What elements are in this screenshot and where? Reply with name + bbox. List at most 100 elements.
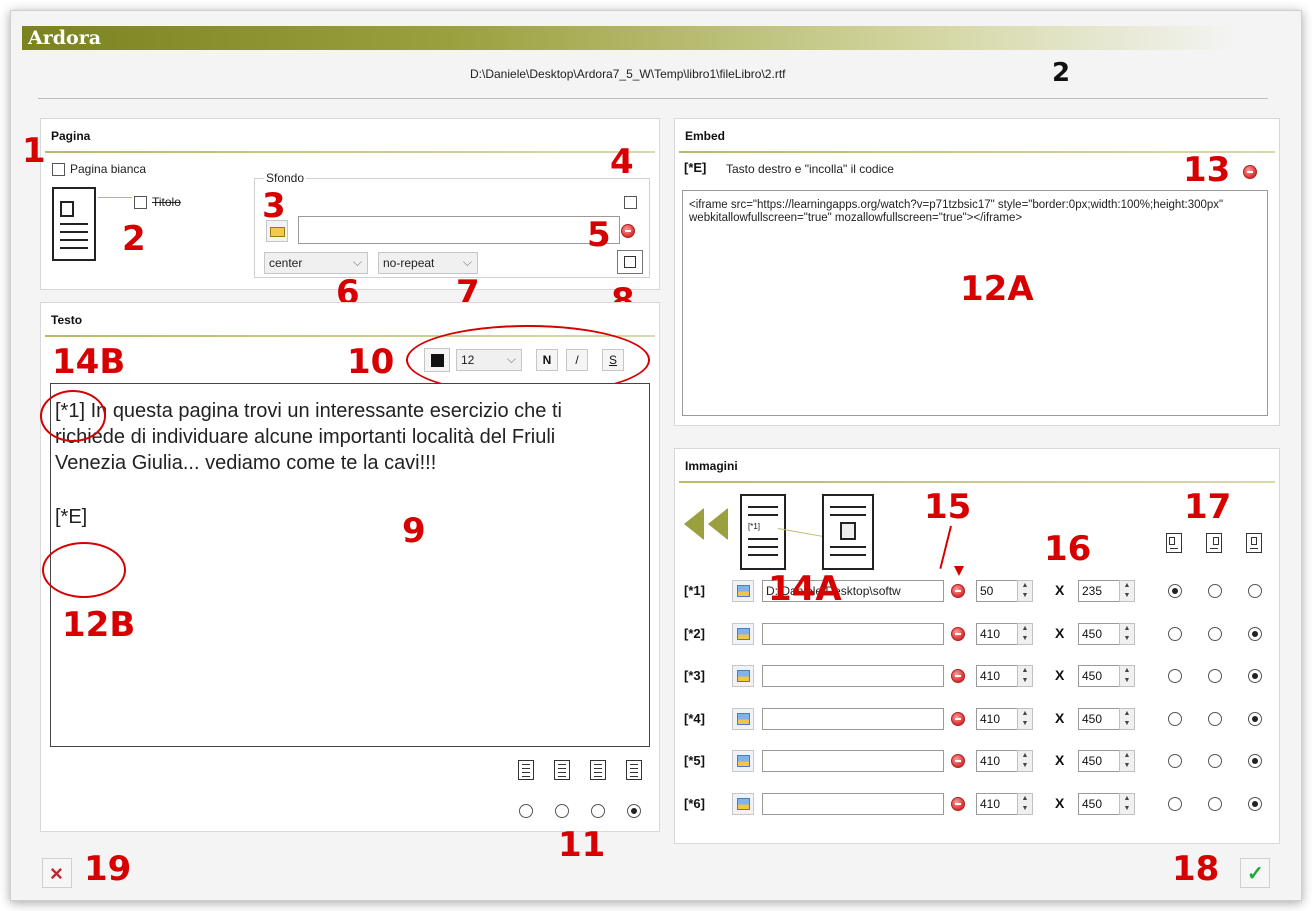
spinner-arrows-icon[interactable]: ▲ ▼	[1017, 623, 1033, 645]
image-align-radio[interactable]	[1208, 669, 1222, 683]
remove-image-icon[interactable]	[951, 754, 965, 768]
remove-image-icon[interactable]	[951, 627, 965, 641]
spinner-arrows-icon[interactable]: ▲ ▼	[1017, 750, 1033, 772]
image-height-input[interactable]: 450 ▲ ▼	[1078, 793, 1135, 815]
image-align-radio[interactable]	[1168, 627, 1182, 641]
doc-line	[748, 554, 778, 556]
ok-button[interactable]: ✓	[1240, 858, 1270, 888]
image-browse-button[interactable]	[732, 793, 754, 815]
cancel-button[interactable]: ×	[42, 858, 72, 888]
annotation-11: 11	[558, 825, 606, 865]
background-color-button[interactable]	[617, 250, 643, 274]
align-left-radio[interactable]	[519, 804, 533, 818]
title-checkbox[interactable]	[134, 196, 147, 209]
image-path-input[interactable]	[762, 708, 944, 730]
image-align-radio[interactable]	[1168, 754, 1182, 768]
image-align-radio[interactable]	[1248, 754, 1262, 768]
image-height-input[interactable]: 450 ▲ ▼	[1078, 623, 1135, 645]
doc-tag-mark: [*1]	[748, 522, 761, 531]
image-path-input[interactable]	[762, 665, 944, 687]
image-height-input[interactable]: 450 ▲ ▼	[1078, 750, 1135, 772]
spinner-arrows-icon[interactable]: ▲ ▼	[1017, 793, 1033, 815]
image-align-radio[interactable]	[1168, 797, 1182, 811]
image-browse-button[interactable]	[732, 623, 754, 645]
remove-background-icon[interactable]	[621, 224, 635, 238]
background-position-select[interactable]: center ⌵	[264, 252, 368, 274]
image-align-center-icon	[1246, 533, 1262, 553]
remove-image-icon[interactable]	[951, 797, 965, 811]
remove-image-icon[interactable]	[951, 669, 965, 683]
image-align-radio[interactable]	[1168, 712, 1182, 726]
image-width-input[interactable]: 410 ▲ ▼	[976, 793, 1033, 815]
annotation-18: 18	[1172, 849, 1220, 889]
icon-line	[522, 768, 530, 769]
background-repeat-select[interactable]: no-repeat ⌵	[378, 252, 478, 274]
image-align-radio[interactable]	[1248, 584, 1262, 598]
image-align-radio[interactable]	[1248, 627, 1262, 641]
image-align-radio[interactable]	[1168, 584, 1182, 598]
app-titlebar: Ardora	[22, 26, 1238, 50]
embed-tag: [*E]	[684, 160, 707, 175]
folder-button[interactable]	[266, 220, 288, 242]
remove-embed-icon[interactable]	[1243, 165, 1257, 179]
spinner-arrows-icon[interactable]: ▲ ▼	[1119, 665, 1135, 687]
text-editor[interactable]: [*1] In questa pagina trovi un interessa…	[50, 383, 650, 747]
background-file-input[interactable]	[298, 216, 620, 244]
spinner-arrows-icon[interactable]: ▲ ▼	[1119, 750, 1135, 772]
image-width-input[interactable]: 410 ▲ ▼	[976, 623, 1033, 645]
icon-line	[594, 768, 602, 769]
annotation-arrow-head	[954, 566, 964, 576]
icon-line	[630, 776, 638, 777]
image-path-input[interactable]	[762, 793, 944, 815]
image-align-radio[interactable]	[1208, 627, 1222, 641]
spinner-arrows-icon[interactable]: ▲ ▼	[1017, 580, 1033, 602]
image-height-input[interactable]: 235 ▲ ▼	[1078, 580, 1135, 602]
back-arrow-icon[interactable]	[684, 508, 704, 540]
spinner-arrows-icon[interactable]: ▲ ▼	[1017, 665, 1033, 687]
image-align-radio[interactable]	[1208, 797, 1222, 811]
image-align-radio[interactable]	[1208, 712, 1222, 726]
image-align-radio[interactable]	[1168, 669, 1182, 683]
spinner-arrows-icon[interactable]: ▲ ▼	[1119, 793, 1135, 815]
spinner-arrows-icon[interactable]: ▲ ▼	[1119, 580, 1135, 602]
align-center-radio[interactable]	[591, 804, 605, 818]
image-row-label: [*2]	[684, 626, 705, 641]
spinner-arrows-icon[interactable]: ▲ ▼	[1119, 623, 1135, 645]
image-align-radio[interactable]	[1248, 669, 1262, 683]
tag-highlight-circle	[40, 390, 106, 442]
annotation-14a: 14A	[768, 569, 842, 609]
image-browse-button[interactable]	[732, 750, 754, 772]
image-browse-button[interactable]	[732, 580, 754, 602]
remove-image-icon[interactable]	[951, 712, 965, 726]
image-width-input[interactable]: 410 ▲ ▼	[976, 665, 1033, 687]
image-align-radio[interactable]	[1208, 754, 1222, 768]
align-right-radio[interactable]	[555, 804, 569, 818]
annotation-12b: 12B	[62, 605, 136, 645]
image-browse-button[interactable]	[732, 708, 754, 730]
image-path-input[interactable]	[762, 750, 944, 772]
remove-image-icon[interactable]	[951, 584, 965, 598]
image-align-radio[interactable]	[1208, 584, 1222, 598]
image-align-radio[interactable]	[1248, 797, 1262, 811]
image-height-input[interactable]: 450 ▲ ▼	[1078, 665, 1135, 687]
image-block-mark	[840, 522, 856, 540]
immagini-title: Immagini	[685, 459, 738, 473]
spinner-arrows-icon[interactable]: ▲ ▼	[1119, 708, 1135, 730]
image-path-input[interactable]	[762, 623, 944, 645]
image-width-input[interactable]: 50 ▲ ▼	[976, 580, 1033, 602]
spinner-arrows-icon[interactable]: ▲ ▼	[1017, 708, 1033, 730]
image-width-input[interactable]: 410 ▲ ▼	[976, 750, 1033, 772]
background-checkbox[interactable]	[624, 196, 637, 209]
image-height-input[interactable]: 450 ▲ ▼	[1078, 708, 1135, 730]
image-align-radio[interactable]	[1248, 712, 1262, 726]
blank-page-checkbox[interactable]	[52, 163, 65, 176]
annotation-2-top: 2	[1052, 58, 1071, 88]
pagina-rule	[45, 151, 655, 153]
doc-line	[60, 239, 88, 241]
annotation-16: 16	[1044, 529, 1092, 569]
align-justify-radio[interactable]	[627, 804, 641, 818]
align-center-icon	[590, 760, 606, 780]
image-row-label: [*1]	[684, 583, 705, 598]
image-browse-button[interactable]	[732, 665, 754, 687]
image-width-input[interactable]: 410 ▲ ▼	[976, 708, 1033, 730]
